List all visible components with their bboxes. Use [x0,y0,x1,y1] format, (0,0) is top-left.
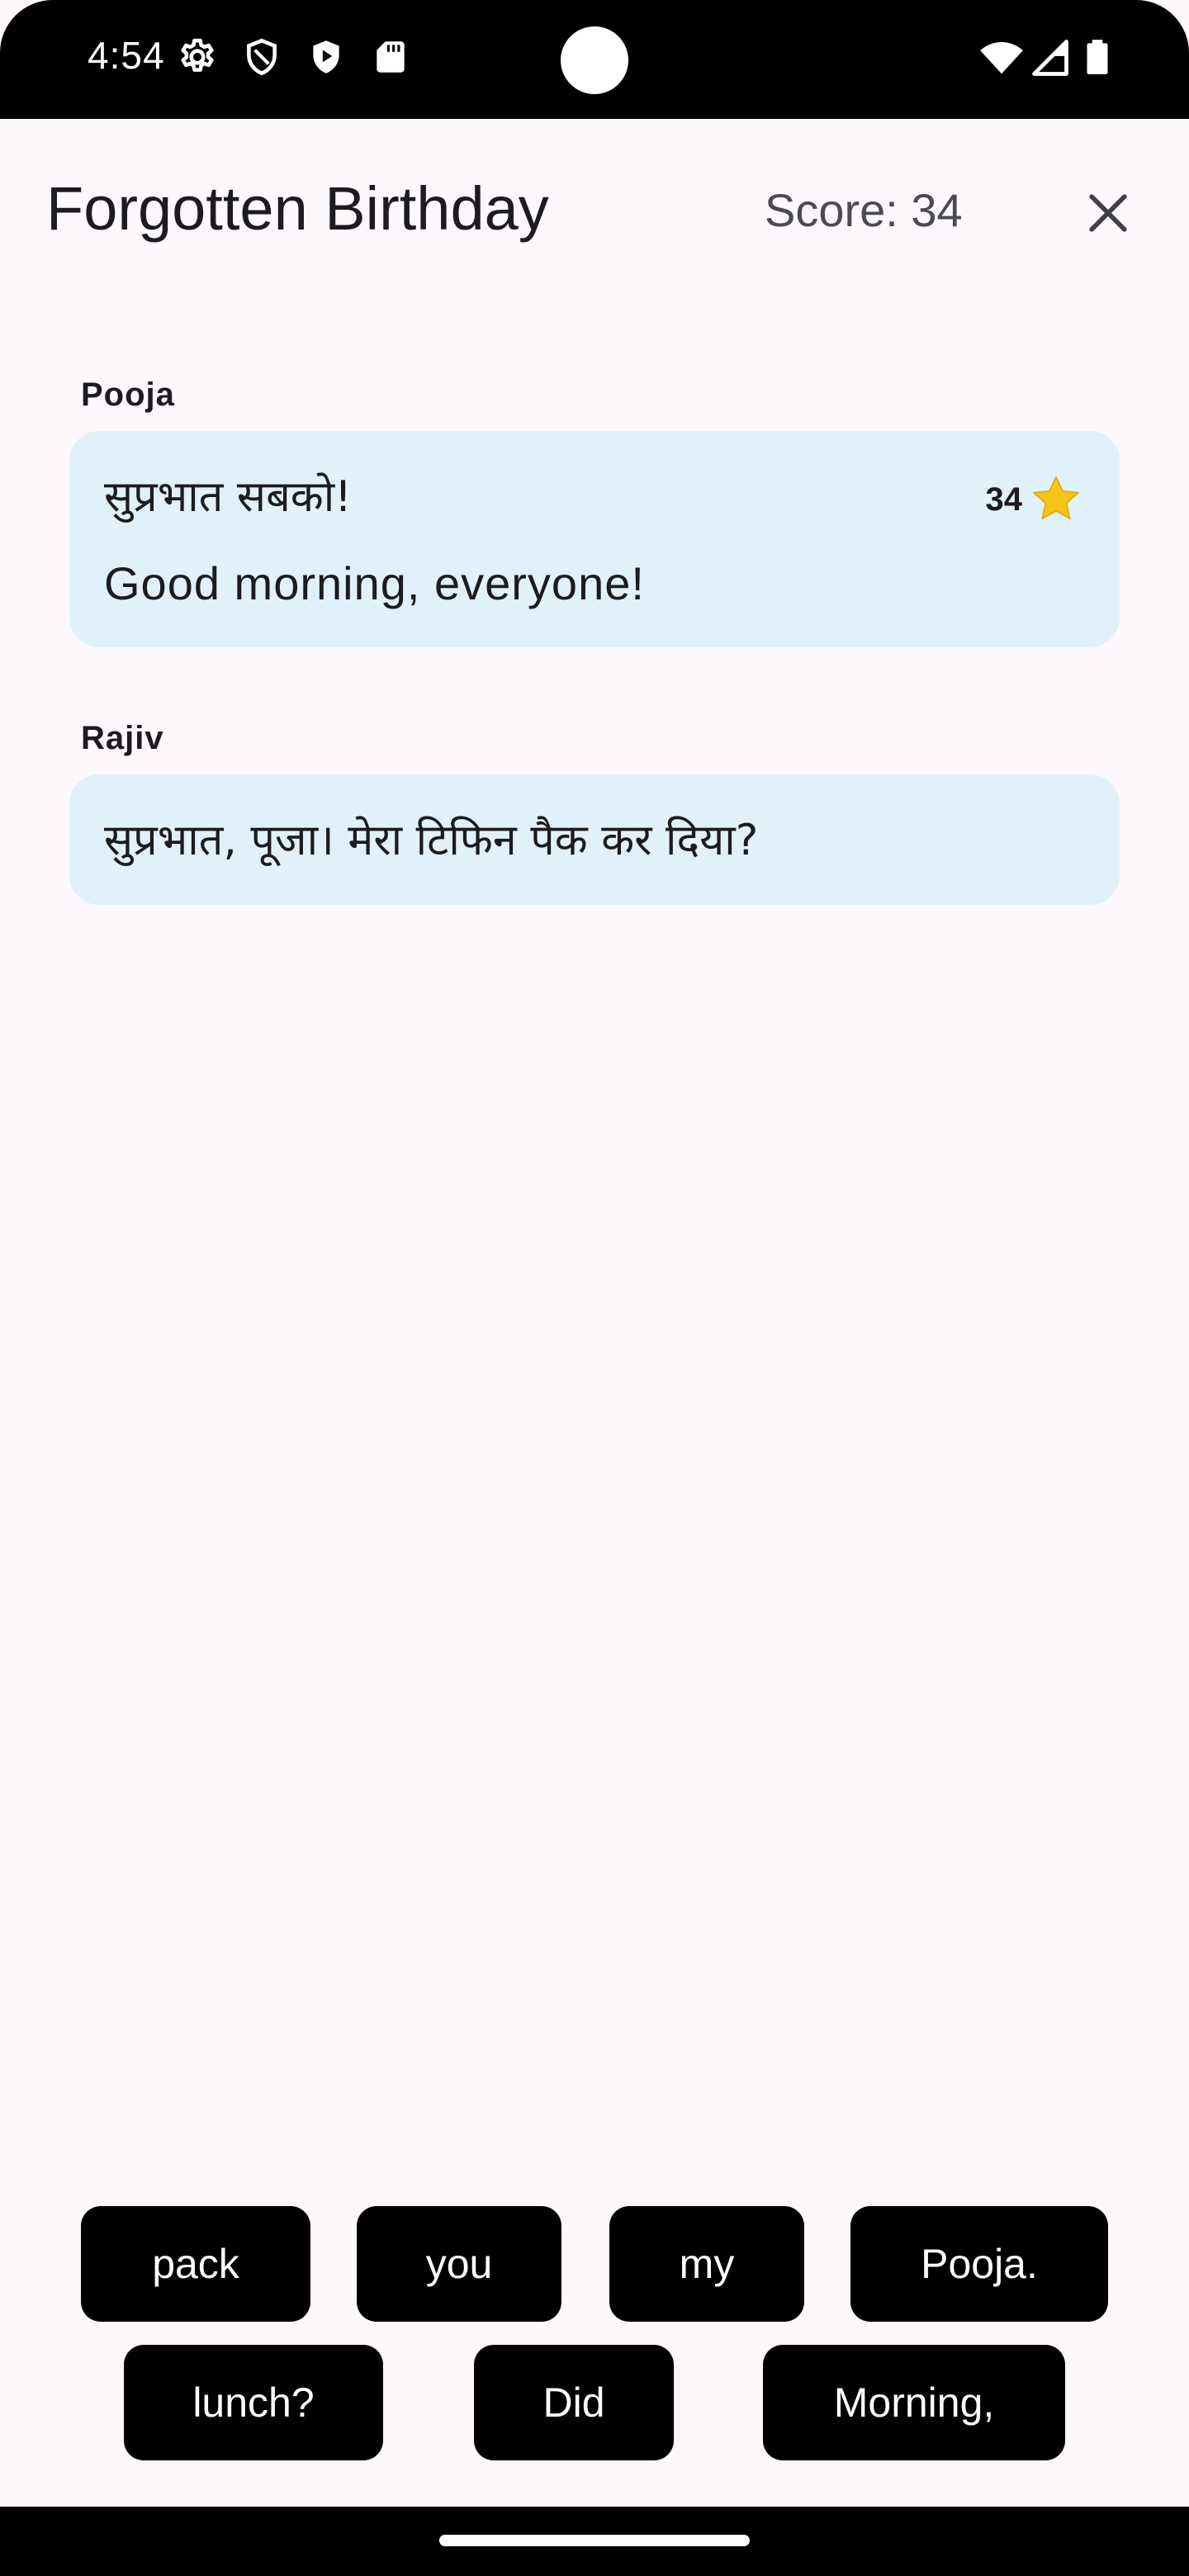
status-bar: 4:54 [0,0,1189,119]
word-chip[interactable]: you [357,2206,561,2322]
score-label: Score: 34 [765,184,963,236]
camera-cutout [561,26,628,94]
sd-card-icon [377,41,405,73]
word-chip[interactable]: Did [474,2345,674,2460]
points-badge: 34 [986,472,1084,527]
battery-icon [1087,40,1108,74]
speaker-name: Pooja [81,376,175,413]
status-time: 4:54 [88,34,165,77]
points-value: 34 [985,481,1023,518]
signal-icon [1032,40,1068,76]
word-chip[interactable]: my [609,2206,804,2322]
gear-icon [181,38,214,72]
close-icon [1089,194,1127,232]
wifi-icon [980,42,1023,74]
message-translation: Good morning, everyone! [104,557,645,609]
home-indicator[interactable] [439,2535,750,2546]
app-screen: 4:54 Forgotten Birthday Score: 34 Pooja … [0,0,1189,2576]
word-chip[interactable]: pack [81,2206,310,2322]
play-shield-icon [313,40,339,73]
star-icon [1033,476,1079,519]
message-bubble[interactable]: सुप्रभात सबको! Good morning, everyone! 3… [69,431,1120,647]
close-button[interactable] [1073,178,1143,248]
word-chip[interactable]: Pooja. [850,2206,1108,2322]
message-text: सुप्रभात, पूजा। मेरा टिफिन पैक कर दिया? [104,816,759,865]
speaker-name: Rajiv [81,720,164,756]
shield-outline-icon [247,38,277,76]
message-text: सुप्रभात सबको! [104,472,353,522]
word-chip[interactable]: Morning, [763,2345,1065,2460]
message-bubble[interactable]: सुप्रभात, पूजा। मेरा टिफिन पैक कर दिया? [69,774,1120,905]
navigation-bar [0,2507,1189,2576]
page-title: Forgotten Birthday [46,174,549,243]
word-chip[interactable]: lunch? [124,2345,383,2460]
